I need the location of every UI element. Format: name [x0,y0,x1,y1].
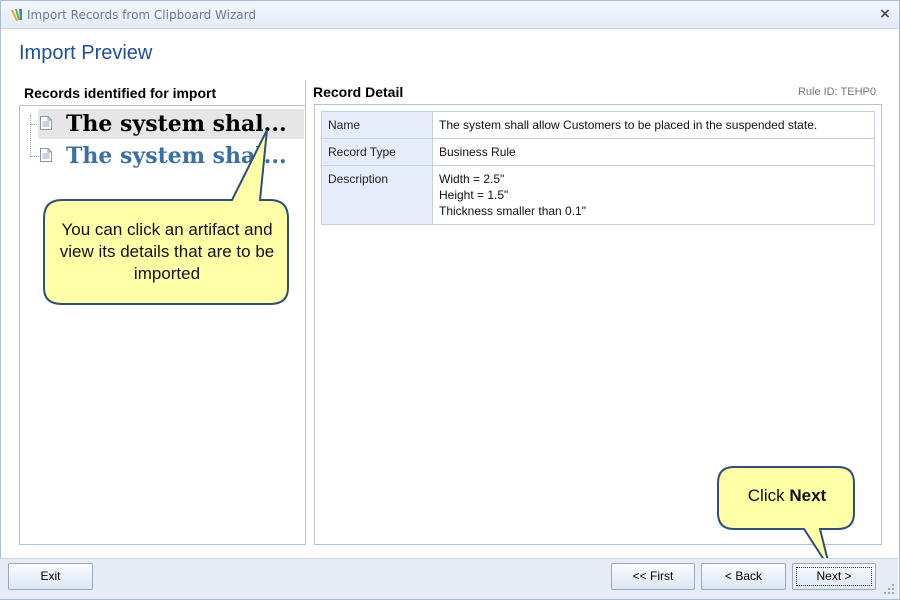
table-row: Name The system shall allow Customers to… [321,111,875,139]
table-row: Record Type Business Rule [321,138,875,166]
panel-divider [305,80,306,545]
field-name-cell: Name [321,111,433,139]
next-button[interactable]: Next > [792,563,876,590]
callout-text: Click Next [747,486,827,505]
tree-connector [30,115,31,157]
exit-button[interactable]: Exit [8,563,93,590]
back-button[interactable]: < Back [701,563,786,590]
help-callout: You can click an artifact and view its d… [40,128,296,308]
callout-text: You can click an artifact and view its d… [59,220,275,283]
rule-id-label: Rule ID: TEHP0 [797,86,876,98]
app-logo-icon [11,9,22,21]
records-list-header: Records identified for import [24,85,217,101]
field-value-cell: The system shall allow Customers to be p… [432,111,875,139]
table-row: Description Width = 2.5" Height = 1.5" T… [321,165,875,225]
resize-grip-icon[interactable] [884,584,894,594]
title-bar: Import Records from Clipboard Wizard × [1,1,899,29]
field-value-cell: Width = 2.5" Height = 1.5" Thickness sma… [432,165,875,225]
first-button[interactable]: << First [611,563,695,590]
window-title: Import Records from Clipboard Wizard [27,8,256,22]
record-detail-header: Record Detail [313,84,404,100]
focus-rectangle [796,567,872,586]
field-name-cell: Record Type [321,138,433,166]
page-title: Import Preview [19,42,153,64]
record-detail-table: Name The system shall allow Customers to… [321,111,875,225]
field-name-cell: Description [321,165,433,225]
close-icon[interactable]: × [877,6,893,22]
field-value-cell: Business Rule [432,138,875,166]
